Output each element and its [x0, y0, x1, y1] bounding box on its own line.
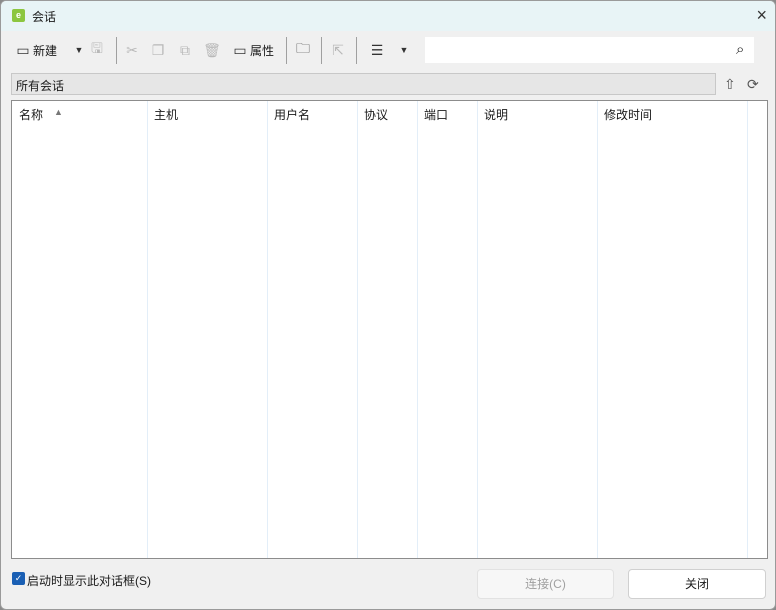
caret-down-icon: ▼	[399, 45, 409, 55]
separator	[116, 37, 117, 64]
show-on-startup-checkbox[interactable]: ✓	[12, 572, 25, 585]
properties-icon: ▭	[233, 41, 247, 58]
sessions-table[interactable]: 名称 ▲ 主机 用户名 协议 端口 说明 修改时间	[11, 100, 768, 559]
header-port[interactable]: 端口	[424, 106, 448, 123]
column-protocol[interactable]: 协议	[358, 101, 418, 558]
header-name[interactable]: 名称	[19, 106, 43, 123]
column-description[interactable]: 说明	[478, 101, 598, 558]
show-on-startup-label[interactable]: 启动时显示此对话框(S)	[27, 572, 151, 589]
sort-ascending-icon: ▲	[54, 107, 63, 117]
search-input[interactable]	[425, 37, 754, 63]
open-folder-button[interactable]: 🗀	[293, 39, 313, 61]
paste-button[interactable]: ⧉	[175, 39, 195, 61]
properties-label: 属性	[250, 43, 275, 58]
window-title: 会话	[32, 10, 57, 24]
copy-button[interactable]: ❐	[148, 39, 168, 61]
column-username[interactable]: 用户名	[268, 101, 358, 558]
paste-icon: ⧉	[180, 41, 190, 58]
new-session-icon: ▭	[16, 41, 30, 58]
cut-button[interactable]: ✂	[122, 39, 142, 61]
caret-down-icon: ▼	[74, 45, 84, 55]
close-button[interactable]: 关闭	[628, 569, 766, 599]
view-dropdown-button[interactable]: ▼	[394, 39, 414, 61]
title-bar: e 会话 ×	[1, 1, 775, 31]
save-icon: 🖫	[91, 40, 103, 56]
sessions-dialog: e 会话 × ▭ 新建 ▼ 🖫 ✂ ❐ ⧉ 🗑 ▭ 属性 🗀 ⇱ ☰ ▼ ⌕ 所有会…	[0, 0, 776, 610]
export-icon: ⇱	[332, 41, 344, 58]
separator	[321, 37, 322, 64]
export-button[interactable]: ⇱	[328, 39, 348, 61]
column-host[interactable]: 主机	[148, 101, 268, 558]
list-icon: ☰	[370, 41, 384, 58]
refresh-icon[interactable]: ⟳	[747, 76, 759, 93]
header-username[interactable]: 用户名	[274, 106, 310, 123]
folder-up-icon[interactable]: ⇧	[724, 76, 736, 93]
separator	[286, 37, 287, 64]
column-modified[interactable]: 修改时间	[598, 101, 748, 558]
folder-path-bar: 所有会话	[11, 73, 716, 95]
column-name[interactable]: 名称 ▲	[12, 101, 148, 558]
properties-button[interactable]: ▭ 属性	[230, 39, 274, 61]
trash-icon: 🗑	[203, 41, 221, 58]
cut-icon: ✂	[126, 41, 138, 58]
delete-button[interactable]: 🗑	[202, 39, 222, 61]
connect-button[interactable]: 连接(C)	[477, 569, 614, 599]
new-dropdown-button[interactable]: ▼	[69, 39, 89, 61]
header-host[interactable]: 主机	[154, 106, 178, 123]
separator	[356, 37, 357, 64]
header-protocol[interactable]: 协议	[364, 106, 388, 123]
header-description[interactable]: 说明	[484, 106, 508, 123]
close-icon[interactable]: ×	[756, 5, 767, 26]
new-session-button[interactable]: ▭ 新建	[13, 39, 57, 61]
folder-icon: 🗀	[296, 40, 310, 56]
view-list-button[interactable]: ☰	[367, 39, 387, 61]
save-button[interactable]: 🖫	[87, 39, 107, 61]
app-icon: e	[12, 9, 25, 22]
new-label: 新建	[33, 43, 58, 58]
header-modified[interactable]: 修改时间	[604, 106, 652, 123]
column-port[interactable]: 端口	[418, 101, 478, 558]
copy-icon: ❐	[151, 41, 165, 58]
search-icon[interactable]: ⌕	[736, 41, 744, 58]
